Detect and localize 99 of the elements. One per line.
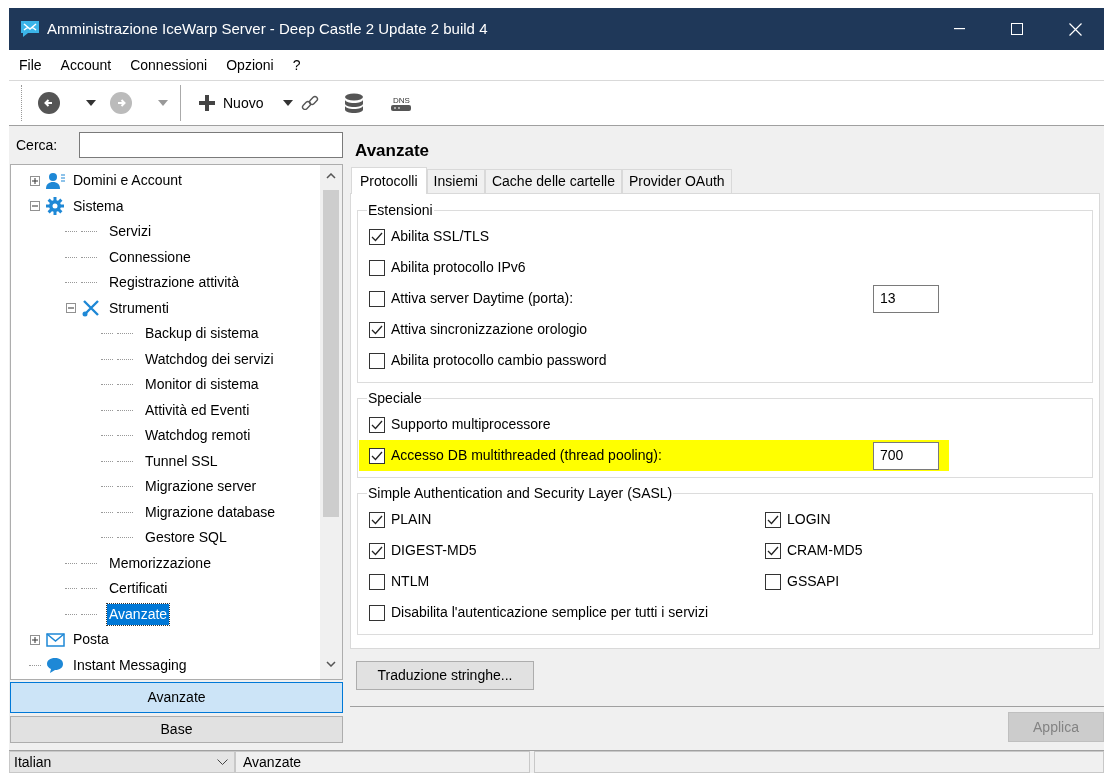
checkbox[interactable] — [765, 542, 781, 559]
tree-item[interactable]: Gestore SQL — [145, 527, 227, 549]
tree-item[interactable]: Migrazione database — [145, 501, 275, 523]
checkbox-label: CRAM-MD5 — [787, 541, 863, 560]
scroll-down-icon[interactable] — [326, 661, 336, 667]
tree-item[interactable]: Registrazione attività — [109, 272, 239, 294]
checkbox[interactable] — [369, 352, 385, 369]
close-icon[interactable] — [1068, 22, 1082, 36]
status-text: Avanzate — [243, 752, 302, 772]
tree-item[interactable]: Monitor di sistema — [145, 374, 259, 396]
tree-item[interactable]: Watchdog remoti — [145, 425, 251, 447]
tree-item[interactable]: Strumenti — [109, 297, 169, 319]
checkbox-label: Abilita protocollo IPv6 — [391, 258, 526, 277]
dns-label[interactable]: DNS — [393, 95, 410, 105]
tab[interactable]: Provider OAuth — [621, 169, 732, 193]
checkbox-label: Attiva sincronizzazione orologio — [391, 320, 588, 339]
tree-item[interactable]: Sistema — [73, 195, 124, 217]
checkbox-label: Attiva server Daytime (porta): — [391, 289, 574, 308]
tree-item[interactable]: Avanzate — [107, 603, 170, 625]
collapse-icon[interactable] — [30, 201, 40, 212]
expand-icon[interactable] — [30, 634, 40, 645]
input-field[interactable]: 13 — [873, 284, 939, 313]
app-icon — [19, 19, 41, 39]
input-field[interactable]: 700 — [873, 441, 939, 470]
users-icon — [45, 171, 65, 190]
collapse-icon[interactable] — [66, 303, 76, 314]
tab[interactable]: Cache delle cartelle — [484, 169, 622, 193]
checkbox-label: Supporto multiprocessore — [391, 415, 551, 434]
server-icon[interactable] — [391, 104, 412, 111]
chat-bubble-icon — [45, 656, 65, 675]
translate-button[interactable]: Traduzione stringhe... — [356, 661, 534, 690]
link-icon[interactable] — [301, 94, 320, 112]
caret-icon[interactable] — [283, 100, 294, 106]
tree-item[interactable]: Migrazione server — [145, 476, 257, 498]
checkbox-label: Abilita SSL/TLS — [391, 227, 490, 246]
group-title: Speciale — [367, 389, 423, 408]
tools-icon — [81, 299, 101, 318]
scrollbar[interactable] — [320, 165, 342, 679]
search-field[interactable] — [79, 132, 343, 158]
group-title: Estensioni — [367, 201, 434, 220]
checkbox[interactable] — [765, 573, 781, 590]
checkbox-label: DIGEST-MD5 — [391, 541, 477, 560]
checkbox-label: PLAIN — [391, 510, 432, 529]
tree-item[interactable]: Instant Messaging — [73, 654, 187, 676]
tree-item[interactable]: Tunnel SSL — [145, 450, 218, 472]
menu-item[interactable]: File — [19, 54, 42, 76]
tree-item[interactable]: Domini e Account — [73, 170, 182, 192]
dropdown-value: Italian — [14, 752, 52, 772]
back-icon[interactable] — [38, 92, 60, 114]
menu-item[interactable]: Opzioni — [226, 54, 274, 76]
maximize-icon[interactable] — [1011, 23, 1023, 35]
new-button[interactable]: Nuovo — [199, 92, 264, 114]
panel-title: Avanzate — [354, 140, 430, 162]
mode-button[interactable]: Avanzate — [10, 682, 343, 713]
tree-item[interactable]: Certificati — [109, 578, 168, 600]
envelope-icon — [45, 630, 65, 649]
window-title: Amministrazione IceWarp Server - Deep Castle 2 Update 2 build 4 — [47, 18, 488, 39]
menu-item[interactable]: Account — [60, 54, 112, 76]
search-label: Cerca: — [16, 135, 59, 155]
checkbox[interactable] — [369, 321, 385, 338]
database-icon[interactable] — [345, 93, 364, 113]
checkbox-label: Accesso DB multithreaded (thread pooling): — [391, 446, 662, 465]
gear-icon — [45, 197, 65, 216]
checkbox[interactable] — [369, 604, 385, 621]
checkbox[interactable] — [369, 542, 385, 559]
checkbox[interactable] — [369, 259, 385, 276]
checkbox[interactable] — [369, 290, 385, 307]
checkbox[interactable] — [369, 573, 385, 590]
minimize-icon[interactable] — [953, 28, 965, 30]
menu-item[interactable]: Connessioni — [130, 54, 208, 76]
expand-icon[interactable] — [30, 175, 40, 186]
checkbox-label: LOGIN — [787, 510, 831, 529]
checkbox-label: NTLM — [391, 572, 430, 591]
scroll-up-icon[interactable] — [326, 173, 336, 179]
tree-item[interactable]: Backup di sistema — [145, 323, 259, 345]
group-title: Simple Authentication and Security Layer (SASL) — [367, 484, 674, 503]
checkbox-label: Disabilita l'autenticazione semplice per tutti i servizi — [391, 603, 709, 622]
scrollbar-thumb[interactable] — [323, 190, 339, 517]
checkbox[interactable] — [369, 511, 385, 528]
language-dropdown[interactable]: Italian — [9, 751, 235, 773]
checkbox[interactable] — [369, 228, 385, 245]
tab[interactable]: Protocolli — [351, 167, 427, 194]
menu-item[interactable]: ? — [292, 54, 301, 76]
checkbox-label: GSSAPI — [787, 572, 840, 591]
caret-icon[interactable] — [86, 100, 96, 106]
tree-item[interactable]: Connessione — [109, 246, 191, 268]
tree-item[interactable]: Servizi — [109, 221, 151, 243]
checkbox-label: Abilita protocollo cambio password — [391, 351, 607, 370]
checkbox[interactable] — [765, 511, 781, 528]
checkbox[interactable] — [369, 447, 385, 464]
mode-button[interactable]: Base — [10, 716, 343, 743]
chevron-down-icon — [217, 759, 228, 765]
tree-item[interactable]: Attività ed Eventi — [145, 399, 250, 421]
tab[interactable]: Insiemi — [426, 169, 485, 193]
tree-item[interactable]: Posta — [73, 629, 109, 651]
tree-item[interactable]: Watchdog dei servizi — [145, 348, 274, 370]
tree-item[interactable]: Memorizzazione — [109, 552, 211, 574]
plus-icon — [199, 95, 215, 111]
checkbox[interactable] — [369, 416, 385, 433]
